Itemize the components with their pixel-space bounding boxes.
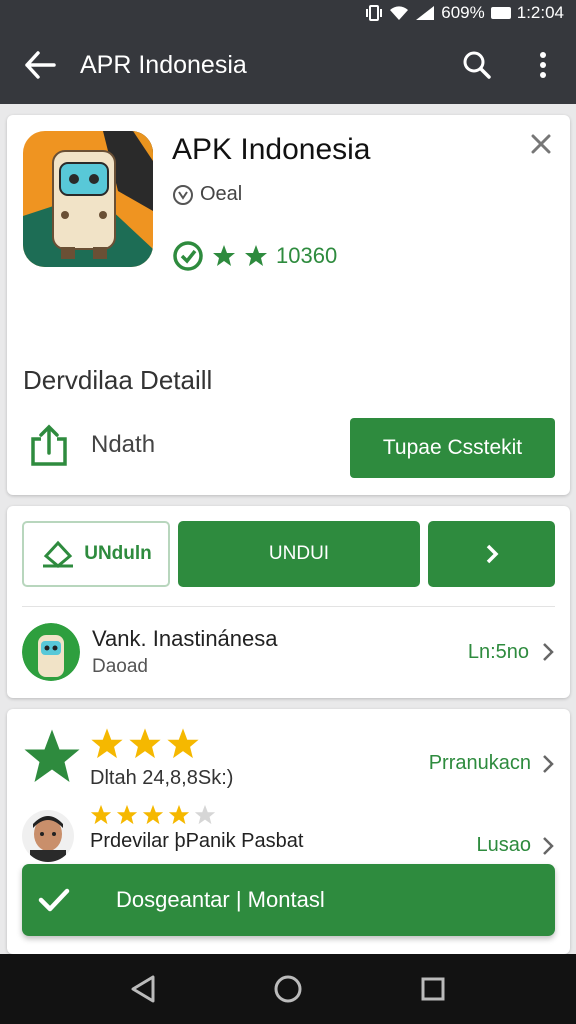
reviewer-avatar — [22, 810, 74, 862]
toast-message: Dosgeantar | Montasl — [116, 887, 325, 912]
app-info-card: APK Indonesia Oeal 10360 Dervdilaa Detai… — [7, 115, 570, 495]
review-link-label: Lusao — [476, 834, 532, 856]
download-actions: UNduln UNDUI — [22, 521, 555, 587]
star-icon — [142, 804, 164, 825]
close-button[interactable] — [526, 129, 556, 159]
nav-recents-button[interactable] — [403, 959, 463, 1019]
chevron-right-icon — [543, 836, 554, 855]
clock: 1:2:04 — [516, 3, 564, 22]
nav-home-button[interactable] — [258, 959, 318, 1019]
share-icon — [31, 424, 67, 466]
review-link[interactable]: Lusao — [477, 834, 556, 857]
star-icon — [116, 804, 138, 825]
battery-percent: 609% — [441, 3, 485, 22]
star-icon — [245, 245, 267, 266]
circle-home-icon — [274, 975, 302, 1003]
triangle-back-icon — [131, 975, 155, 1003]
search-button[interactable] — [444, 26, 510, 104]
star-icon — [129, 728, 161, 759]
rating-link[interactable]: Prranukacn — [429, 737, 555, 790]
square-recents-icon — [421, 977, 445, 1001]
star-icon — [213, 245, 235, 266]
wifi-icon — [389, 5, 409, 21]
unduh-outline-button[interactable]: UNduln — [22, 521, 170, 587]
chevron-right-icon — [486, 544, 498, 564]
status-bar: 609% 1:2:04 — [0, 0, 576, 26]
badge-icon — [173, 241, 203, 271]
developer-name: Vank. Inastinánesa — [92, 626, 278, 651]
vibrate-icon — [365, 5, 383, 21]
divider — [22, 606, 555, 607]
download-icon — [43, 540, 74, 568]
developer-avatar — [22, 623, 80, 681]
search-icon — [463, 51, 491, 79]
more-vert-icon — [540, 52, 546, 78]
developer-subtitle: Daoad — [92, 656, 148, 677]
page-title: APR Indonesia — [80, 50, 247, 79]
signal-icon — [415, 5, 435, 21]
developer-row[interactable]: Vank. Inastinánesa Daoad Ln:5no — [22, 619, 555, 685]
more-options-button[interactable] — [510, 26, 576, 104]
developer-text: Vank. Inastinánesa Daoad — [92, 626, 468, 678]
big-star-icon — [24, 729, 80, 782]
star-icon — [90, 804, 112, 825]
app-bar: APR Indonesia — [0, 26, 576, 104]
check-icon — [38, 888, 70, 912]
download-card: UNduln UNDUI Vank. Inastinánesa Daoad Ln… — [7, 506, 570, 698]
close-icon — [531, 134, 551, 154]
share-button[interactable]: Ndath — [29, 423, 155, 467]
app-name: APK Indonesia — [172, 133, 371, 166]
star-icon — [168, 804, 190, 825]
arrow-left-icon — [25, 51, 56, 79]
battery-icon — [490, 7, 511, 19]
rating-count: 10360 — [276, 243, 338, 268]
detail-title: Dervdilaa Detaill — [23, 365, 213, 395]
system-nav-bar — [0, 954, 576, 1024]
chevron-right-icon — [543, 754, 554, 773]
star-empty-icon — [194, 804, 216, 825]
app-meta-text: Oeal — [200, 183, 243, 205]
success-toast[interactable]: Dosgeantar | Montasl — [22, 864, 555, 936]
primary-action-button[interactable]: Tupae Csstekit — [350, 418, 555, 478]
rating-summary: Dltah 24,8,8Sk:) Prranukacn — [22, 727, 555, 790]
next-button[interactable] — [428, 521, 555, 587]
unduh-button[interactable]: UNDUI — [178, 521, 420, 587]
developer-link[interactable]: Ln:5no — [468, 641, 529, 664]
info-circle-icon — [173, 184, 193, 205]
star-icon — [91, 728, 123, 759]
star-icon — [167, 728, 199, 759]
app-icon — [23, 131, 153, 267]
review-text: Prdevilar þPanik Pasbat — [90, 830, 304, 852]
rating-link-label: Prranukacn — [428, 752, 531, 774]
back-button[interactable] — [0, 26, 80, 104]
app-meta: Oeal — [172, 183, 242, 206]
rating-count-text: Dltah 24,8,8Sk:) — [90, 767, 234, 789]
share-label: Ndath — [91, 431, 156, 458]
nav-back-button[interactable] — [113, 959, 173, 1019]
review-stars — [90, 804, 477, 826]
summary-stars — [90, 727, 429, 761]
unduh-outline-label: UNduln — [84, 543, 152, 564]
chevron-right-icon — [543, 643, 554, 661]
app-rating: 10360 — [172, 240, 337, 272]
review-item[interactable]: Prdevilar þPanik Pasbat Lusao — [22, 804, 555, 862]
